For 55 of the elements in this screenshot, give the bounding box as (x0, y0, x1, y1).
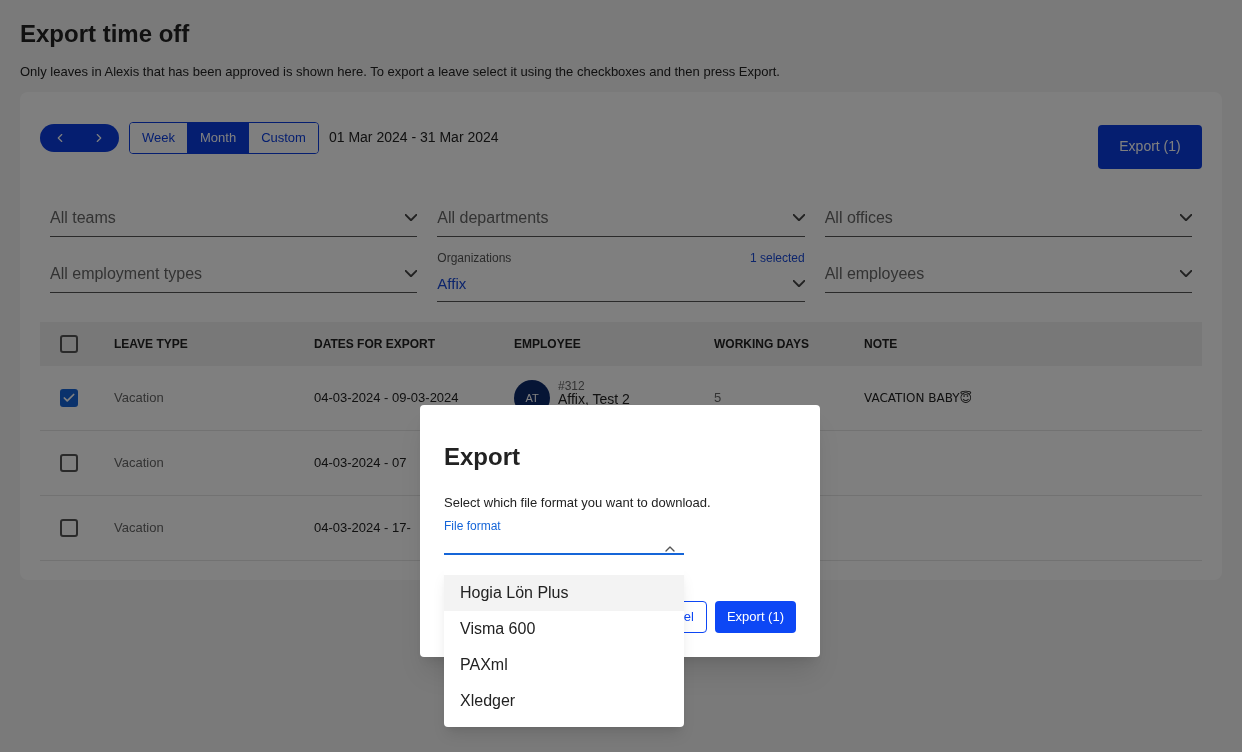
field-label: Organizations (437, 249, 512, 267)
select-placeholder: All teams (50, 207, 116, 228)
select-placeholder: All employees (824, 263, 925, 284)
range-tab[interactable]: Month (187, 122, 249, 153)
select-value: Affix (437, 273, 467, 294)
format-option[interactable]: Xledger (444, 683, 684, 719)
selected-count: 1 selected (749, 249, 805, 267)
dialog-title: Export (444, 442, 521, 472)
chevron-down-icon (792, 280, 805, 288)
column-header: WORKING DAYS (714, 336, 810, 353)
export-button[interactable]: Export (1) (714, 600, 796, 633)
filter-select[interactable]: All teams (50, 192, 418, 237)
format-option[interactable]: Visma 600 (444, 611, 684, 647)
page-description: Only leaves in Alexis that has been approved is shown here. To export a leave select it using the checkboxes and then press Export. (20, 63, 781, 81)
table-cell: 04-03-2024 - 07 (314, 455, 407, 471)
chevron-down-icon (405, 214, 418, 221)
date-range: 01 Mar 2024 - 31 Mar 2024 (328, 128, 499, 147)
table-cell: 5 (714, 390, 722, 406)
column-header: LEAVE TYPE (114, 336, 189, 353)
checkbox[interactable] (60, 454, 78, 472)
select-placeholder: All offices (824, 207, 893, 228)
table-cell: Vacation (114, 455, 164, 471)
page-title: Export time off (20, 20, 191, 48)
filter-select[interactable]: All departments (437, 192, 805, 237)
employee-name: Affix, Test 2 (558, 393, 630, 406)
employee-number: #312 (558, 380, 586, 393)
checkbox[interactable] (60, 519, 78, 537)
format-option[interactable]: Hogia Lön Plus (444, 575, 684, 611)
table-cell: Vacation (114, 520, 164, 536)
check-icon (62, 391, 76, 405)
checkbox[interactable] (60, 389, 78, 407)
filter-select[interactable]: All employees (824, 248, 1192, 293)
column-header: DATES FOR EXPORT (314, 336, 437, 353)
select-placeholder: All departments (437, 207, 549, 228)
table-cell: 04-03-2024 - 09-03-2024 (314, 390, 459, 406)
chevron-down-icon (1180, 214, 1192, 221)
table-cell: 04-03-2024 - 17- (314, 520, 411, 536)
filter-select[interactable]: Organizations 1 selected Affix (437, 248, 805, 302)
table-cell: Vacation (114, 390, 164, 406)
field-label: File format (444, 518, 501, 533)
export-button[interactable]: Export (1) (1098, 124, 1202, 169)
format-option[interactable]: PAXml (444, 647, 684, 683)
chevron-down-icon (792, 214, 805, 221)
dialog-text: Select which file format you want to download. (444, 494, 712, 512)
chevron-down-icon (1180, 270, 1192, 277)
filter-select[interactable]: All offices (824, 192, 1192, 237)
chevron-down-icon (405, 270, 418, 277)
select-placeholder: All employment types (50, 263, 203, 284)
checkbox[interactable] (60, 335, 78, 353)
filter-select[interactable]: All employment types (50, 248, 418, 293)
column-header: NOTE (864, 336, 898, 353)
column-header: EMPLOYEE (514, 336, 582, 353)
table-cell: VACATION BABY😇 (864, 389, 973, 407)
file-format-select[interactable]: File format (444, 512, 684, 555)
range-tab[interactable]: Custom (248, 122, 318, 153)
